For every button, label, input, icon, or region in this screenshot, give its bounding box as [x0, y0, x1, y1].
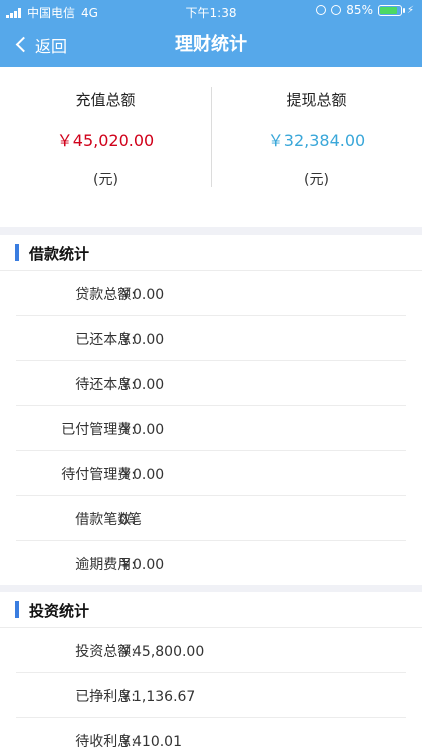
loan-stats-section: 借款统计 贷款总额: ￥0.00 已还本息: ￥0.00 待还本息: ￥0.00…	[0, 235, 422, 585]
row-value: ￥0.00	[119, 467, 165, 483]
summary-card: 充值总额 ￥45,020.00 (元) 提现总额 ￥32,384.00 (元)	[0, 67, 422, 227]
loan-section-title: 借款统计	[29, 245, 90, 263]
loan-row-repaid: 已还本息: ￥0.00	[16, 316, 406, 361]
withdraw-unit: (元)	[304, 172, 329, 188]
nav-bar: 返回 理财统计	[0, 22, 422, 67]
loan-row-fee-pending: 待付管理费: ￥0.00	[16, 451, 406, 496]
invest-row-pending: 待收利息: ￥410.01	[16, 718, 406, 750]
row-value: ￥410.01	[119, 734, 182, 750]
loan-section-header: 借款统计	[0, 235, 422, 271]
screen: 中国电信 4G 下午1:38 85% ⚡ 返回 理财统计 充值总额 ￥45,02…	[0, 0, 422, 750]
loan-row-pending: 待还本息: ￥0.00	[16, 361, 406, 406]
orientation-lock-icon	[316, 5, 327, 15]
row-value: ￥0.00	[119, 557, 165, 573]
alarm-icon	[331, 5, 342, 15]
invest-section-header: 投资统计	[0, 592, 422, 628]
withdraw-label: 提现总额	[286, 91, 347, 109]
top-bar: 中国电信 4G 下午1:38 85% ⚡ 返回 理财统计	[0, 0, 422, 67]
row-value: 0笔	[119, 512, 142, 528]
row-value: ￥0.00	[119, 287, 165, 303]
invest-stats-section: 投资统计 投资总额: ￥45,800.00 已挣利息: ￥1,136.67 待收…	[0, 592, 422, 750]
loan-row-count: 借款笔数: 0笔	[16, 496, 406, 541]
section-accent-bar	[15, 244, 19, 261]
recharge-label: 充值总额	[75, 91, 136, 109]
battery-percent: 85%	[346, 3, 373, 17]
row-value: ￥1,136.67	[119, 689, 196, 705]
section-accent-bar	[15, 601, 19, 618]
battery-icon	[377, 4, 405, 16]
status-right: 85% ⚡	[316, 3, 414, 17]
row-value: ￥45,800.00	[119, 644, 205, 660]
recharge-unit: (元)	[93, 172, 118, 188]
row-value: ￥0.00	[119, 422, 165, 438]
status-bar: 中国电信 4G 下午1:38 85% ⚡	[0, 0, 422, 22]
loan-row-fee-paid: 已付管理费: ￥0.00	[16, 406, 406, 451]
loan-row-total: 贷款总额: ￥0.00	[16, 271, 406, 316]
withdraw-amount: ￥32,384.00	[267, 131, 366, 150]
page-title: 理财统计	[175, 34, 247, 55]
invest-row-earned: 已挣利息: ￥1,136.67	[16, 673, 406, 718]
withdraw-summary: 提现总额 ￥32,384.00 (元)	[211, 67, 422, 227]
invest-row-total: 投资总额: ￥45,800.00	[16, 628, 406, 673]
recharge-amount: ￥45,020.00	[56, 131, 155, 150]
invest-section-title: 投资统计	[29, 602, 90, 620]
row-value: ￥0.00	[119, 332, 165, 348]
recharge-summary: 充值总额 ￥45,020.00 (元)	[0, 67, 211, 227]
charging-icon: ⚡	[406, 4, 414, 16]
row-value: ￥0.00	[119, 377, 165, 393]
loan-row-overdue: 逾期费用: ￥0.00	[16, 541, 406, 585]
